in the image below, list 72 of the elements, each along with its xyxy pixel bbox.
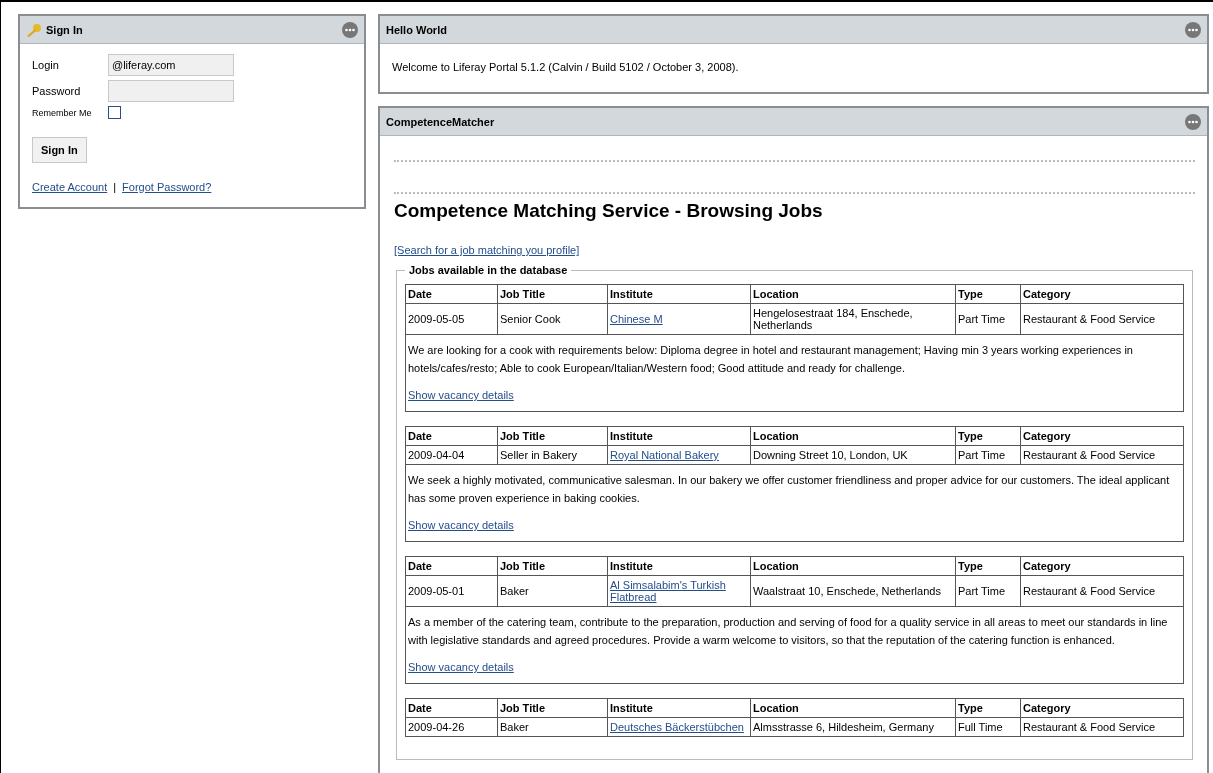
column-header: Category (1020, 556, 1184, 576)
key-icon (26, 22, 42, 37)
section-legend: Jobs available in the database (405, 264, 572, 276)
welcome-text: Welcome to Liferay Portal 5.1.2 (Calvin / Build 5102 / October 3, 2008). (392, 60, 740, 75)
column-header: Institute (607, 698, 751, 718)
column-header: Location (750, 698, 956, 718)
table-cell: Baker (497, 575, 608, 607)
table-cell: 2009-04-26 (405, 717, 498, 737)
table-cell: Full Time (955, 717, 1021, 737)
column-header: Location (750, 284, 956, 304)
create-account-link[interactable]: Create Account (32, 181, 108, 193)
vacancy-details-link[interactable]: Show vacancy details (408, 519, 514, 531)
table-cell: Downing Street 10, London, UK (750, 445, 956, 465)
portlet-title: Sign In (46, 23, 84, 36)
column-header: Institute (607, 556, 751, 576)
page-heading: Competence Matching Service - Browsing Jobs (394, 200, 824, 222)
options-icon[interactable] (1185, 113, 1201, 130)
column-header: Date (405, 426, 498, 446)
column-header: Institute (607, 284, 751, 304)
table-cell: Part Time (955, 575, 1021, 607)
column-header: Date (405, 556, 498, 576)
portlet-title: CompetenceMatcher (386, 115, 496, 128)
portlet-title: Hello World (386, 23, 448, 36)
remember-checkbox[interactable] (108, 106, 121, 119)
table-cell: Almsstrasse 6, Hildesheim, Germany (750, 717, 956, 737)
forgot-password-link[interactable]: Forgot Password? (122, 181, 212, 193)
table-cell: Senior Cook (497, 303, 608, 335)
vacancy-details-link[interactable]: Show vacancy details (408, 661, 514, 673)
table-cell: Baker (497, 717, 608, 737)
table-cell: Restaurant & Food Service (1020, 575, 1184, 607)
table-cell: Restaurant & Food Service (1020, 303, 1184, 335)
column-header: Type (955, 556, 1021, 576)
column-header: Date (405, 284, 498, 304)
table-cell: Part Time (955, 445, 1021, 465)
column-header: Category (1020, 698, 1184, 718)
column-header: Category (1020, 426, 1184, 446)
column-header: Type (955, 698, 1021, 718)
table-cell: 2009-05-05 (405, 303, 498, 335)
table-cell: Seller in Bakery (497, 445, 608, 465)
table-cell: Part Time (955, 303, 1021, 335)
column-header: Job Title (497, 698, 608, 718)
column-header: Location (750, 426, 956, 446)
column-header: Job Title (497, 426, 608, 446)
options-icon[interactable] (342, 21, 358, 38)
separator: | (113, 181, 117, 193)
search-link[interactable]: [Search for a job matching you profile] (394, 244, 580, 256)
password-field[interactable] (108, 80, 234, 102)
column-header: Institute (607, 426, 751, 446)
job-description: As a member of the catering team, contribute to the preparation, production and serving of food for a quality service in all areas to meet our standards in line with legislative standards and agreed procedures. Provide a warm welcome to visitors, so that the reputation of the catering function is enhanced. (408, 615, 1169, 648)
institute-link[interactable]: Chinese M (610, 313, 663, 325)
column-header: Category (1020, 284, 1184, 304)
table-cell: 2009-04-04 (405, 445, 498, 465)
job-description: We are looking for a cook with requirements below: Diploma degree in hotel and restaurant management; Having min 3 years working experiences in hotels/cafes/resto; Able to cook European/Italian/Western food; Good attitude and ready for challenge. (408, 343, 1134, 376)
vacancy-details-link[interactable]: Show vacancy details (408, 389, 514, 401)
table-cell: 2009-05-01 (405, 575, 498, 607)
login-field[interactable]: @liferay.com (108, 54, 234, 76)
options-icon[interactable] (1185, 21, 1201, 38)
column-header: Location (750, 556, 956, 576)
job-description: We seek a highly motivated, communicative salesman. In our bakery we offer customer friendliness and proper advice for our customers. The ideal applicant has some proven experience in baking cookies. (408, 473, 1171, 506)
column-header: Date (405, 698, 498, 718)
table-cell: Restaurant & Food Service (1020, 717, 1184, 737)
field-label: Password (32, 85, 82, 97)
table-cell: Hengelosestraat 184, Enschede, Netherlands (750, 303, 956, 335)
field-label: Login (32, 59, 60, 71)
column-header: Job Title (497, 284, 608, 304)
table-cell: Restaurant & Food Service (1020, 445, 1184, 465)
column-header: Type (955, 426, 1021, 446)
column-header: Job Title (497, 556, 608, 576)
sign-in-button[interactable]: Sign In (32, 137, 87, 163)
table-cell: Waalstraat 10, Enschede, Netherlands (750, 575, 956, 607)
checkbox-label: Remember Me (32, 107, 93, 118)
column-header: Type (955, 284, 1021, 304)
